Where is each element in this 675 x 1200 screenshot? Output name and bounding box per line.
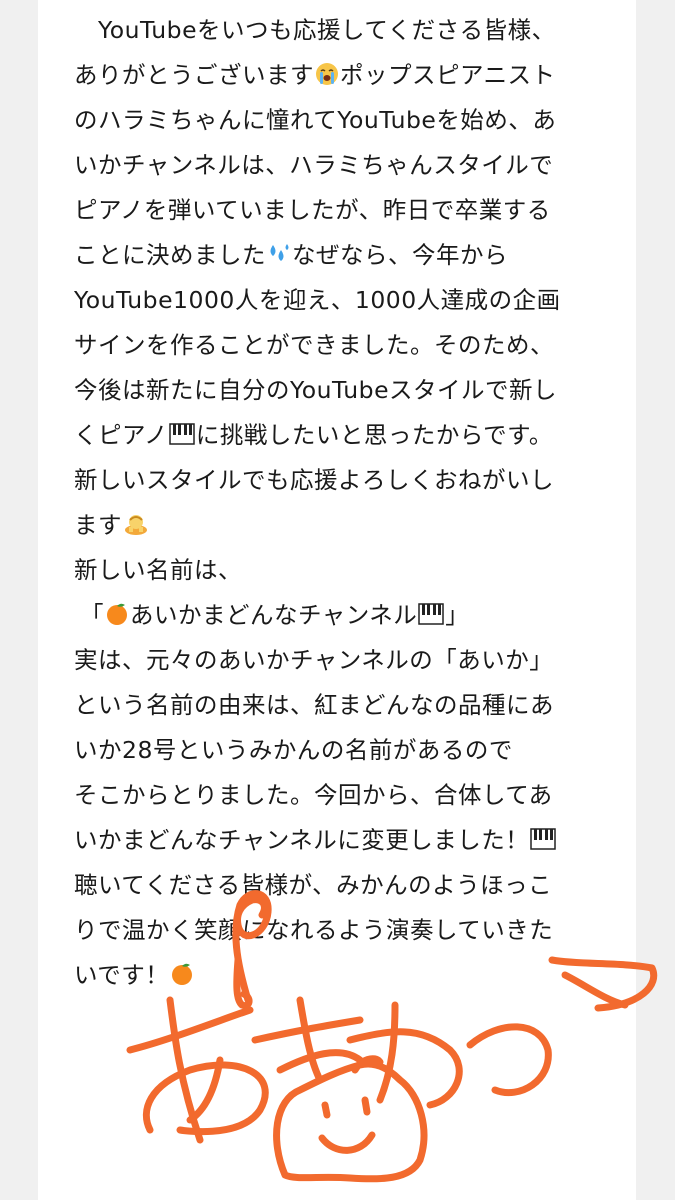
- text-line: YouTube1000人を迎え、1000人達成の企画: [74, 286, 561, 314]
- piano-keyboard-icon: [530, 828, 557, 850]
- message-text: YouTubeをいつも応援してくださる皆様、 ありがとうございます ポップスピアニ…: [74, 8, 624, 998]
- text-line: そこからとりました。今回から、合体してあ: [74, 781, 553, 809]
- orange-icon: [172, 963, 193, 985]
- text-line: 「あいかまどんなチャンネル」: [80, 601, 470, 629]
- orange-icon: [107, 603, 127, 625]
- text-line: ピアノを弾いていましたが、昨日で卒業する: [74, 196, 551, 224]
- text-line: 新しい名前は、: [74, 556, 242, 584]
- text-line: のハラミちゃんに憧れてYouTubeを始め、あ: [74, 106, 557, 134]
- text-line: ことに決めました なぜなら、今年から: [74, 241, 508, 269]
- piano-keyboard-icon: [169, 423, 195, 445]
- sweat-droplets-icon: [270, 244, 289, 261]
- text-line: という名前の由来は、紅まどんなの品種にあ: [74, 691, 554, 719]
- text-line: いです！: [74, 953, 624, 998]
- text-line: りで温かく笑顔になれるよう演奏していきた: [74, 916, 554, 944]
- text-line: 実は、元々のあいかチャンネルの「あいか」: [74, 646, 554, 674]
- text-line: サインを作ることができました。そのため、: [74, 331, 554, 359]
- text-line: 新しいスタイルでも応援よろしくおねがいし: [74, 466, 554, 494]
- bowing-person-icon: [125, 515, 147, 535]
- text-line: ありがとうございます ポップスピアニスト: [74, 61, 556, 89]
- memo-page: YouTubeをいつも応援してくださる皆様、 ありがとうございます ポップスピアニ…: [38, 0, 636, 1200]
- text-line: いかチャンネルは、ハラミちゃんスタイルで: [74, 151, 554, 179]
- text-line: くピアノ に挑戦したいと思ったからです。: [74, 421, 553, 449]
- crying-face-icon: [316, 63, 338, 85]
- text-line: YouTubeをいつも応援してくださる皆様、: [98, 16, 556, 44]
- text-line: 今後は新たに自分のYouTubeスタイルで新し: [74, 376, 558, 404]
- piano-keyboard-icon: [418, 603, 445, 625]
- text-line: いかまどんなチャンネルに変更しました！: [74, 818, 624, 863]
- text-line: 聴いてくださる皆様が、みかんのようほっこ: [74, 871, 553, 899]
- text-line: ます: [74, 503, 624, 548]
- text-line: いか28号というみかんの名前があるので: [74, 736, 513, 764]
